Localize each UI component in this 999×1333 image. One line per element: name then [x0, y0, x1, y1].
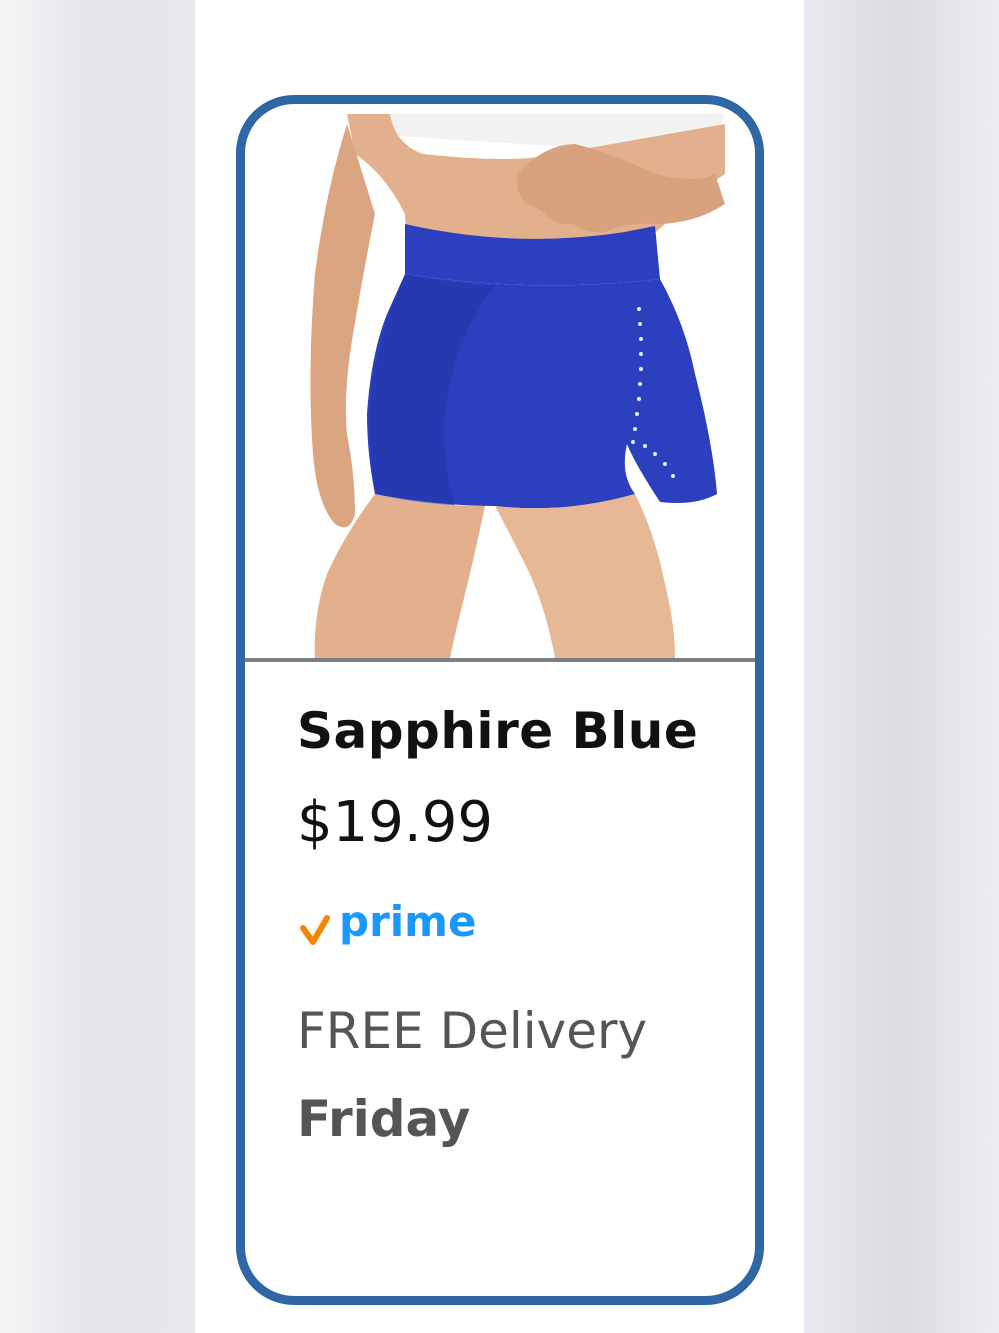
prime-check-icon	[300, 915, 330, 945]
background-left-blur	[0, 0, 195, 1333]
delivery-day: Friday	[297, 1090, 471, 1148]
price: $19.99	[297, 790, 493, 855]
shorts-product-image	[255, 114, 745, 658]
delivery-text: FREE Delivery	[297, 1002, 648, 1060]
prime-badge: prime	[300, 897, 476, 946]
background-right-blur	[804, 0, 999, 1333]
color-name: Sapphire Blue	[297, 702, 699, 760]
prime-label: prime	[339, 897, 476, 946]
color-swatch-card[interactable]: Sapphire Blue $19.99 prime FREE Delivery…	[236, 95, 764, 1305]
image-divider	[245, 658, 755, 662]
